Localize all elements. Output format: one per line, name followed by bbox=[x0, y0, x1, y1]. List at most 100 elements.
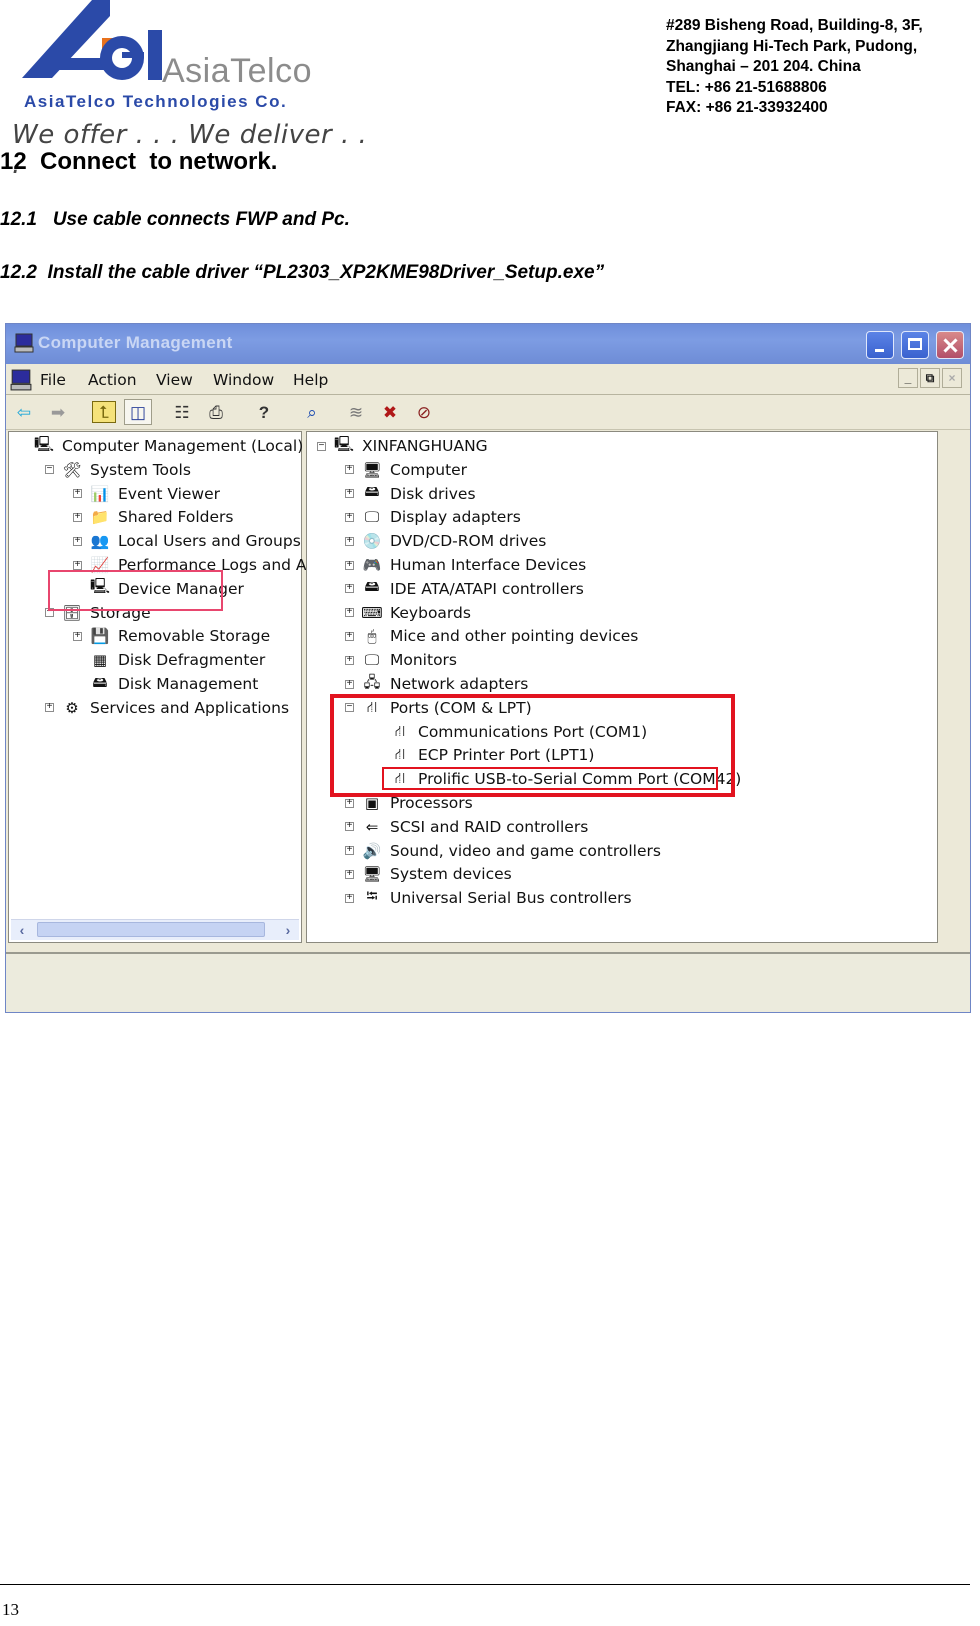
tree-node-label: Monitors bbox=[390, 651, 457, 670]
tree-node[interactable]: + 💾 Removable Storage bbox=[73, 625, 272, 647]
tree-node[interactable]: + 💿 DVD/CD-ROM drives bbox=[345, 530, 548, 552]
dvd-drive-icon: 💿 bbox=[362, 532, 382, 551]
company-logo: AsiaTelco AsiaTelco Technologies Co. We … bbox=[10, 0, 370, 180]
tree-node[interactable]: + 🖧 Network adapters bbox=[345, 673, 530, 695]
close-button[interactable] bbox=[936, 331, 964, 359]
expand-icon[interactable]: + bbox=[345, 655, 354, 665]
tree-node[interactable]: + 📊 Event Viewer bbox=[73, 483, 222, 505]
monitor-icon: 🖵 bbox=[364, 651, 380, 670]
tree-node-label: Local Users and Groups bbox=[118, 532, 301, 551]
back-arrow-icon[interactable]: ⇦ bbox=[12, 401, 36, 423]
tree-node-label: Shared Folders bbox=[118, 508, 234, 527]
tree-node[interactable]: + 🖥 Computer bbox=[345, 459, 469, 481]
menu-help[interactable]: Help bbox=[293, 371, 328, 389]
expand-icon[interactable]: + bbox=[73, 631, 82, 641]
expand-icon[interactable]: + bbox=[73, 512, 82, 522]
disk-drive-icon: 🖴 bbox=[364, 482, 380, 501]
expand-icon[interactable]: + bbox=[345, 512, 354, 522]
tree-node[interactable]: + ⭾ Universal Serial Bus controllers bbox=[345, 887, 634, 909]
tree-node-label: Services and Applications bbox=[90, 698, 290, 717]
expand-icon[interactable]: + bbox=[345, 608, 354, 618]
tree-node[interactable]: + ⌨ Keyboards bbox=[345, 602, 473, 624]
update-driver-icon[interactable]: ≋ bbox=[344, 401, 368, 423]
expand-icon[interactable]: + bbox=[345, 679, 354, 689]
mdi-restore-button[interactable]: ⧉ bbox=[920, 368, 940, 388]
window-title: Computer Management bbox=[38, 333, 233, 352]
computer-management-icon: 🖳 bbox=[34, 434, 55, 453]
menu-action[interactable]: Action bbox=[88, 371, 137, 389]
expand-icon[interactable]: + bbox=[345, 869, 354, 879]
expand-icon[interactable]: + bbox=[73, 489, 82, 499]
disable-icon[interactable]: ⊘ bbox=[412, 401, 436, 423]
expand-icon[interactable]: + bbox=[345, 846, 354, 856]
scsi-icon: ⇐ bbox=[365, 817, 379, 836]
tree-node[interactable]: + ⇐ SCSI and RAID controllers bbox=[345, 816, 590, 838]
expand-icon[interactable]: + bbox=[45, 703, 54, 713]
tree-node[interactable]: 🖴 Disk Management bbox=[73, 673, 260, 695]
expand-icon[interactable]: + bbox=[345, 822, 354, 832]
prolific-port-highlight-box bbox=[382, 767, 718, 790]
folder-up-icon[interactable]: ⮤ bbox=[92, 401, 116, 423]
horizontal-scrollbar[interactable]: ‹ › bbox=[11, 919, 299, 940]
minimize-button[interactable] bbox=[866, 331, 894, 359]
tree-node[interactable]: + 🖴 Disk drives bbox=[345, 482, 478, 505]
menu-file[interactable]: File bbox=[40, 371, 66, 389]
tree-node[interactable]: + 🖵 Display adapters bbox=[345, 506, 523, 528]
tree-node-label: XINFANGHUANG bbox=[362, 437, 488, 455]
tree-node[interactable]: + 📁 Shared Folders bbox=[73, 506, 235, 528]
computer-management-window: Computer Management File Action View Win… bbox=[5, 323, 971, 1013]
expand-icon[interactable]: + bbox=[345, 489, 354, 499]
collapse-icon[interactable]: − bbox=[317, 441, 326, 451]
display-adapter-icon: 🖵 bbox=[364, 508, 380, 527]
tree-node[interactable]: ▦ Disk Defragmenter bbox=[73, 649, 267, 671]
tree-node-label: Removable Storage bbox=[118, 627, 271, 646]
expand-icon[interactable]: + bbox=[345, 798, 354, 808]
expand-icon[interactable]: + bbox=[345, 631, 354, 641]
expand-icon[interactable]: + bbox=[345, 584, 354, 594]
menu-window[interactable]: Window bbox=[213, 371, 274, 389]
tree-node[interactable]: + 🔊 Sound, video and game controllers bbox=[345, 840, 663, 862]
expand-icon[interactable]: + bbox=[73, 536, 82, 546]
console-icon[interactable] bbox=[10, 369, 32, 391]
tree-node[interactable]: + 🎮 Human Interface Devices bbox=[345, 554, 588, 576]
expand-icon[interactable]: + bbox=[345, 560, 354, 570]
help-icon[interactable]: ? bbox=[252, 401, 276, 423]
scan-hardware-icon[interactable]: ⌕ bbox=[300, 401, 324, 423]
tree-node[interactable]: + 🖥 System devices bbox=[345, 863, 514, 885]
tree-node[interactable]: + 🖵 Monitors bbox=[345, 649, 459, 671]
console-tree-icon[interactable]: ◫ bbox=[124, 399, 152, 425]
scroll-right-arrow-icon[interactable]: › bbox=[279, 922, 297, 938]
maximize-button[interactable] bbox=[901, 331, 929, 359]
mouse-icon: 🖱 bbox=[367, 627, 377, 646]
status-bar bbox=[6, 952, 970, 1012]
tree-node[interactable]: − 🛠 System Tools bbox=[45, 459, 193, 481]
tree-node[interactable]: + 🖴 IDE ATA/ATAPI controllers bbox=[345, 577, 586, 600]
uninstall-icon[interactable]: ✖ bbox=[378, 401, 402, 423]
network-adapter-icon: 🖧 bbox=[363, 672, 381, 691]
mdi-controls: _ ⧉ × bbox=[898, 368, 962, 388]
tree-node[interactable]: 🖳 Computer Management (Local) bbox=[17, 435, 305, 457]
mdi-minimize-button[interactable]: _ bbox=[898, 368, 918, 388]
mdi-close-button[interactable]: × bbox=[942, 368, 962, 388]
expand-icon[interactable]: + bbox=[345, 465, 354, 475]
tree-node[interactable]: + 👥 Local Users and Groups bbox=[73, 530, 303, 552]
keyboard-icon: ⌨ bbox=[361, 603, 383, 622]
address-line: Zhangjiang Hi-Tech Park, Pudong, bbox=[666, 37, 918, 55]
expand-icon[interactable]: + bbox=[73, 560, 82, 570]
scrollbar-thumb[interactable] bbox=[37, 922, 265, 937]
forward-arrow-icon[interactable]: ➡ bbox=[46, 401, 70, 423]
tree-node[interactable]: + ⚙ Services and Applications bbox=[45, 697, 291, 719]
collapse-icon[interactable]: − bbox=[45, 465, 54, 475]
section-heading: 12 Connect to network. bbox=[0, 148, 278, 175]
expand-icon[interactable]: + bbox=[345, 536, 354, 546]
scroll-left-arrow-icon[interactable]: ‹ bbox=[13, 922, 31, 938]
printer-icon[interactable]: ⎙ bbox=[204, 401, 228, 423]
tree-node[interactable]: + 🖱 Mice and other pointing devices bbox=[345, 625, 640, 647]
expand-icon[interactable]: + bbox=[345, 893, 354, 903]
tree-node-label: Sound, video and game controllers bbox=[390, 841, 661, 860]
properties-icon[interactable]: ☷ bbox=[170, 401, 194, 423]
tree-node[interactable]: − 🖳 XINFANGHUANG bbox=[317, 435, 490, 457]
menu-view[interactable]: View bbox=[156, 371, 193, 389]
title-bar[interactable]: Computer Management bbox=[6, 324, 970, 364]
